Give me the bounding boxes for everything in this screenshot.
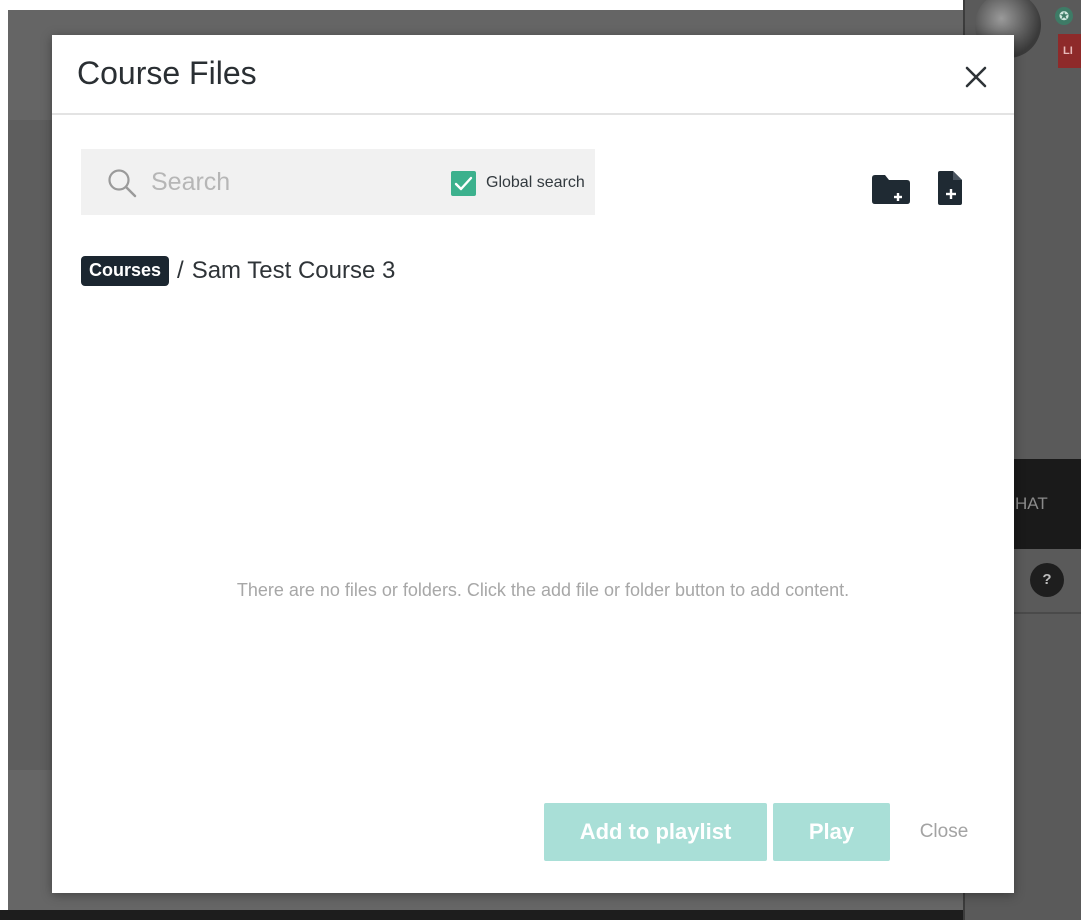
course-files-dialog: Course Files Global search (52, 35, 1014, 893)
breadcrumb-courses-link[interactable]: Courses (81, 256, 170, 286)
dialog-title: Course Files (77, 55, 257, 91)
background-edge (0, 0, 8, 920)
close-button[interactable]: Close (904, 803, 984, 861)
global-search-label: Global search (486, 174, 585, 191)
breadcrumb: Courses / Sam Test Course 3 (81, 255, 395, 287)
global-search-toggle[interactable]: Global search (451, 170, 585, 196)
empty-state-message: There are no files or folders. Click the… (236, 580, 850, 600)
checkmark-icon (454, 176, 473, 190)
help-icon: ? (1030, 563, 1064, 597)
file-plus-icon[interactable] (936, 170, 964, 206)
search-bar: Global search (81, 149, 595, 215)
close-icon[interactable] (958, 59, 994, 95)
add-to-playlist-button[interactable]: Add to playlist (544, 803, 767, 861)
status-star-icon: ✪ (1055, 7, 1073, 25)
live-badge: LI (1058, 34, 1081, 68)
folder-plus-icon[interactable] (870, 172, 912, 206)
dialog-header: Course Files (52, 35, 1014, 115)
search-icon (107, 168, 137, 198)
background-bottom-bar (0, 910, 963, 920)
play-button[interactable]: Play (773, 803, 890, 861)
breadcrumb-current: Sam Test Course 3 (191, 257, 396, 284)
search-input[interactable] (151, 163, 421, 201)
breadcrumb-separator: / (177, 257, 184, 284)
chat-tab-label: HAT (1015, 494, 1048, 513)
global-search-checkbox[interactable] (451, 170, 476, 196)
background-top-strip (8, 0, 1081, 10)
